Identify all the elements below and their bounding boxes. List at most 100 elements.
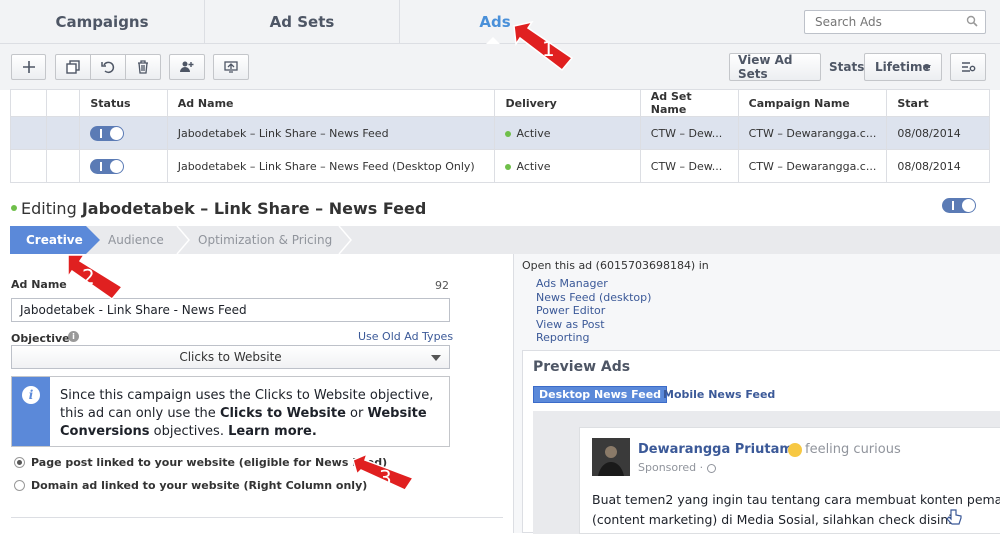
campaign-name-cell[interactable]: CTW – Dewarangga.c...: [737, 149, 888, 183]
ad-name-input[interactable]: Jabodetabek - Link Share - News Feed: [11, 298, 450, 322]
objective-info-box: i Since this campaign uses the Clicks to…: [11, 376, 450, 447]
preview-title: Preview Ads: [533, 359, 631, 375]
feeling-status: feeling curious: [788, 442, 901, 457]
view-ad-sets-button[interactable]: View Ad Sets: [729, 53, 821, 81]
link-news-feed-desktop[interactable]: News Feed (desktop): [536, 291, 651, 305]
status-toggle[interactable]: [90, 125, 125, 141]
active-dot-icon: [11, 205, 17, 211]
tab-mobile-news-feed[interactable]: Mobile News Feed: [663, 386, 775, 403]
edit-audience-button[interactable]: [169, 54, 205, 80]
search-input[interactable]: [804, 10, 986, 34]
curious-emoji-icon: [788, 442, 802, 457]
search-icon[interactable]: [966, 15, 978, 27]
objective-value: Clicks to Website: [179, 350, 282, 364]
preview-ads-panel: Preview Ads Desktop News Feed Mobile New…: [522, 350, 1000, 534]
duplicate-icon: [66, 60, 80, 74]
column-header-ad-set-name[interactable]: Ad Set Name: [639, 89, 739, 117]
delivery-cell: Active: [494, 116, 641, 150]
ad-set-name-cell[interactable]: CTW – Dew...: [639, 116, 739, 150]
link-ads-manager[interactable]: Ads Manager: [536, 277, 651, 291]
tab-ad-sets[interactable]: Ad Sets: [205, 0, 400, 44]
editing-title: Editing Jabodetabek – Link Share – News …: [21, 199, 426, 218]
char-count: 92: [435, 279, 449, 292]
stats-dropdown[interactable]: Lifetime: [864, 53, 942, 81]
step-optimization-pricing[interactable]: Optimization & Pricing: [198, 226, 332, 254]
radio-page-post-label: Page post linked to your website (eligib…: [31, 456, 388, 469]
radio-domain-ad[interactable]: Domain ad linked to your website (Right …: [14, 479, 367, 492]
editor-steps: Creative Audience Optimization & Pricing: [10, 226, 1000, 254]
export-button[interactable]: [213, 54, 249, 80]
delivery-cell: Active: [494, 149, 641, 183]
export-icon: [224, 61, 238, 73]
plus-icon: [22, 61, 35, 73]
status-cell: [79, 149, 168, 183]
customize-columns-button[interactable]: [950, 53, 986, 81]
annotation-arrow-1: 1: [513, 20, 574, 72]
ads-table: Status Ad Name Delivery Ad Set Name Camp…: [10, 89, 990, 183]
row-checkbox-cell[interactable]: [10, 116, 47, 150]
ad-status-toggle[interactable]: [942, 198, 976, 213]
info-icon: i: [22, 386, 40, 404]
column-header-start[interactable]: Start: [886, 89, 990, 117]
link-power-editor[interactable]: Power Editor: [536, 304, 651, 318]
add-button[interactable]: [11, 54, 46, 80]
annotation-number-1: 1: [542, 37, 555, 61]
toolbar: View Ad Sets Stats: Lifetime: [0, 44, 1000, 90]
revert-button[interactable]: [90, 54, 126, 80]
flag-column: [45, 89, 81, 117]
annotation-number-3: 3: [379, 466, 392, 490]
campaign-name-cell[interactable]: CTW – Dewarangga.c...: [737, 116, 888, 150]
post-text: Buat temen2 yang ingin tau tentang cara …: [592, 490, 1000, 530]
tab-desktop-news-feed[interactable]: Desktop News Feed: [533, 386, 668, 403]
start-cell: 08/08/2014: [886, 116, 990, 150]
people-add-icon: [180, 61, 194, 72]
undo-icon: [101, 61, 115, 74]
row-flag-cell: [45, 149, 81, 183]
post-text-line-1: Buat temen2 yang ingin tau tentang cara …: [592, 492, 1000, 507]
annotation-arrow-3: 3: [352, 452, 415, 491]
radio-page-post[interactable]: Page post linked to your website (eligib…: [14, 456, 387, 469]
status-cell: [79, 116, 168, 150]
delete-button[interactable]: [125, 54, 161, 80]
chevron-down-icon: [923, 65, 931, 70]
poster-name[interactable]: Dewarangga Priutama: [638, 442, 802, 457]
learn-more-link[interactable]: Learn more.: [228, 424, 317, 439]
editing-ad-name: Jabodetabek – Link Share – News Feed: [81, 199, 427, 218]
info-text: Since this campaign uses the Clicks to W…: [60, 387, 440, 441]
hand-pointer-icon: [946, 509, 962, 525]
open-in-links: Ads Manager News Feed (desktop) Power Ed…: [536, 277, 651, 345]
link-view-as-post[interactable]: View as Post: [536, 318, 651, 332]
info-text-2: or: [345, 406, 368, 421]
objective-label: Objective: [11, 332, 70, 345]
use-old-ad-types-link[interactable]: Use Old Ad Types: [358, 330, 453, 343]
help-icon[interactable]: i: [68, 331, 79, 342]
status-toggle[interactable]: [90, 158, 125, 174]
radio-button[interactable]: [14, 480, 25, 491]
chevron-down-icon: [431, 355, 441, 361]
divider: [11, 517, 503, 518]
table-row[interactable]: Jabodetabek – Link Share – News Feed Act…: [10, 116, 990, 150]
step-audience[interactable]: Audience: [108, 226, 164, 254]
sponsored-label: Sponsored ·: [638, 461, 716, 474]
annotation-arrow-2: 2: [67, 254, 124, 301]
editing-prefix: Editing: [21, 199, 77, 218]
ad-set-name-cell[interactable]: CTW – Dew...: [639, 149, 739, 183]
avatar: [592, 438, 630, 476]
column-header-ad-name[interactable]: Ad Name: [166, 89, 496, 117]
column-header-status[interactable]: Status: [79, 89, 168, 117]
duplicate-button[interactable]: [55, 54, 91, 80]
link-reporting[interactable]: Reporting: [536, 331, 651, 345]
column-header-campaign-name[interactable]: Campaign Name: [737, 89, 888, 117]
table-header-row: Status Ad Name Delivery Ad Set Name Camp…: [10, 89, 990, 117]
tab-campaigns[interactable]: Campaigns: [0, 0, 205, 44]
row-checkbox-cell[interactable]: [10, 149, 47, 183]
select-all-column[interactable]: [10, 89, 47, 117]
step-creative[interactable]: Creative: [10, 226, 100, 254]
table-row[interactable]: Jabodetabek – Link Share – News Feed (De…: [10, 149, 990, 183]
objective-select[interactable]: Clicks to Website: [11, 345, 450, 369]
column-header-delivery[interactable]: Delivery: [494, 89, 641, 117]
ad-name-cell[interactable]: Jabodetabek – Link Share – News Feed: [166, 116, 496, 150]
ad-name-cell[interactable]: Jabodetabek – Link Share – News Feed (De…: [166, 149, 496, 183]
delivery-status: Active: [516, 126, 551, 140]
radio-button-selected[interactable]: [14, 457, 25, 468]
